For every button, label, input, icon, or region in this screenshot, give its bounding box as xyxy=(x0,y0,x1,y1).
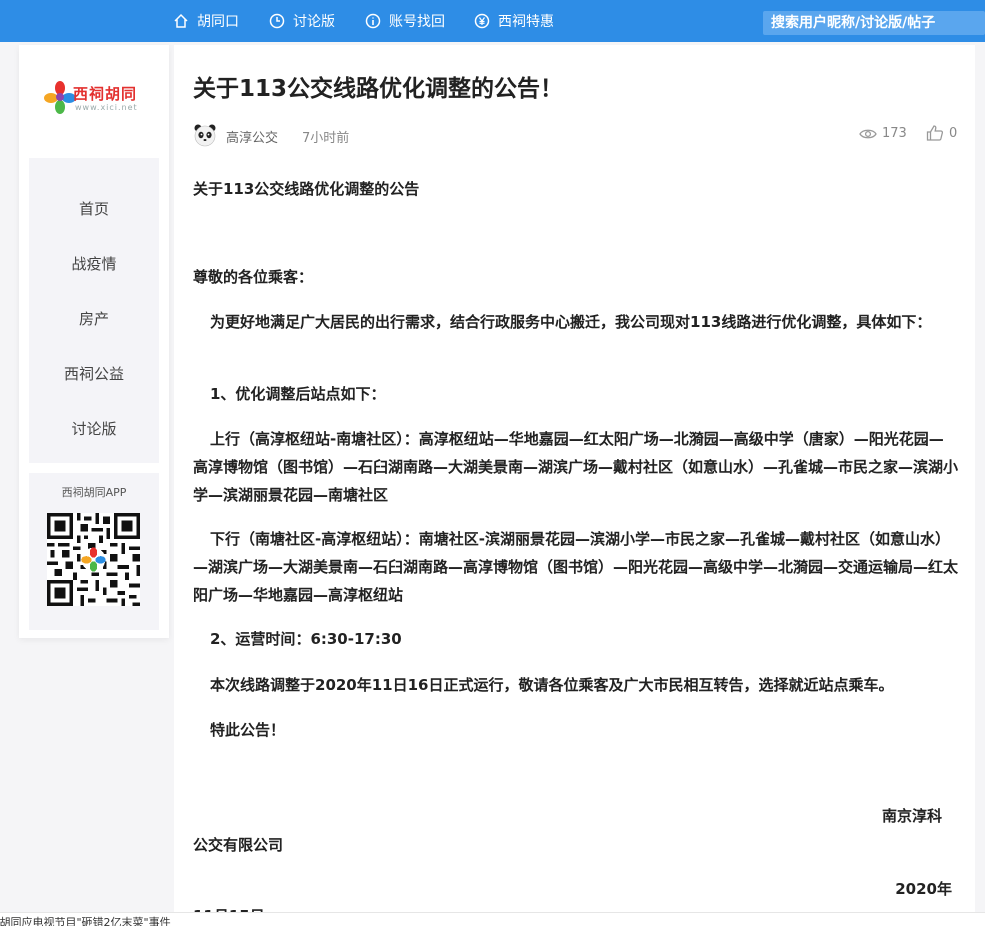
sidebar-item-forum[interactable]: 讨论版 xyxy=(29,418,159,439)
home-icon xyxy=(174,13,188,28)
closing-paragraph: 特此公告！ xyxy=(210,721,286,739)
downbound-route-paragraph: 下行（南塘社区-高淳枢纽站）：南塘社区-滨湖丽景花园—滨湖小学—市民之家—孔雀城… xyxy=(193,530,959,604)
post-meta: 高淳公交 7小时前 173 0 xyxy=(193,123,958,147)
nav-item-label: 账号找回 xyxy=(389,14,445,30)
logo-flower-icon xyxy=(44,81,76,114)
qr-code-icon[interactable] xyxy=(47,513,140,606)
upbound-route-paragraph: 上行（高淳枢纽站-南塘社区）：高淳枢纽站—华地嘉园—红太阳广场—北漪园—高级中学… xyxy=(193,430,959,504)
intro-paragraph: 为更好地满足广大居民的出行需求，结合行政服务中心搬迁，我公司现对113线路进行优… xyxy=(210,313,932,331)
sidebar-item-home[interactable]: 首页 xyxy=(29,198,159,219)
nav-item-label: 胡同口 xyxy=(197,14,239,30)
sidebar-menu: 首页 战疫情 房产 西祠公益 讨论版 xyxy=(29,158,159,463)
eye-icon xyxy=(859,129,877,138)
greeting-paragraph: 尊敬的各位乘客： xyxy=(193,268,314,286)
thumbs-up-icon xyxy=(926,125,944,141)
date-line-1: 2020年 xyxy=(895,880,952,898)
like-button[interactable]: 0 xyxy=(926,124,957,142)
post-container: 关于113公交线路优化调整的公告！ 高淳公交 7小时前 173 0 关于113公… xyxy=(174,45,975,925)
sidebar-item-realestate[interactable]: 房产 xyxy=(29,308,159,329)
signature-line-2: 公交有限公司 xyxy=(193,836,284,854)
nav-item-deals[interactable]: 西祠特惠 xyxy=(474,11,554,31)
nav-item-forum[interactable]: 讨论版 xyxy=(269,11,335,31)
info-icon xyxy=(365,13,381,29)
nav-item-account-recovery[interactable]: 账号找回 xyxy=(365,11,445,31)
post-time: 7小时前 xyxy=(302,131,350,146)
site-logo[interactable]: 西祠胡同 www.xici.net xyxy=(43,78,151,118)
app-title: 西祠胡同APP xyxy=(61,486,127,499)
notice-paragraph: 本次线路调整于2020年11日16日正式运行，敬请各位乘客及广大市民相互转告，选… xyxy=(210,676,894,694)
signature-line-1: 南京淳科 xyxy=(881,807,942,825)
bottom-ticker: ·胡同应电视节目"砸错2亿末菜"事件 xyxy=(0,912,985,926)
logo-text: 西祠胡同 xyxy=(73,85,138,103)
nav-item-hutongkou[interactable]: 胡同口 xyxy=(173,11,239,31)
post-author[interactable]: 高淳公交 xyxy=(226,127,278,146)
like-count-value: 0 xyxy=(949,125,958,141)
post-heading-paragraph: 关于113公交线路优化调整的公告 xyxy=(193,180,420,198)
clock-icon xyxy=(269,13,285,29)
sidebar-item-epidemic[interactable]: 战疫情 xyxy=(29,253,159,274)
sidebar-item-charity[interactable]: 西祠公益 xyxy=(29,363,159,384)
sidebar: 西祠胡同 www.xici.net 首页 战疫情 房产 西祠公益 讨论版 西祠胡… xyxy=(19,45,169,638)
nav-item-label: 西祠特惠 xyxy=(498,14,554,30)
bottom-ticker-link[interactable]: ·胡同应电视节目"砸错2亿末菜"事件 xyxy=(0,914,171,926)
view-count-value: 173 xyxy=(882,126,907,141)
panda-avatar-icon[interactable] xyxy=(193,123,217,147)
search-input[interactable] xyxy=(763,11,985,35)
nav-item-label: 讨论版 xyxy=(293,14,335,30)
yen-icon xyxy=(474,13,490,29)
view-count: 173 xyxy=(859,126,907,141)
logo-url: www.xici.net xyxy=(75,103,138,112)
app-download-box: 西祠胡同APP xyxy=(29,473,159,630)
item2-paragraph: 2、运营时间：6:30-17:30 xyxy=(210,630,402,648)
item1-paragraph: 1、优化调整后站点如下： xyxy=(210,385,386,403)
top-nav-bar: 胡同口 讨论版 账号找回 西祠特惠 xyxy=(0,0,985,42)
post-title: 关于113公交线路优化调整的公告！ xyxy=(193,76,564,102)
